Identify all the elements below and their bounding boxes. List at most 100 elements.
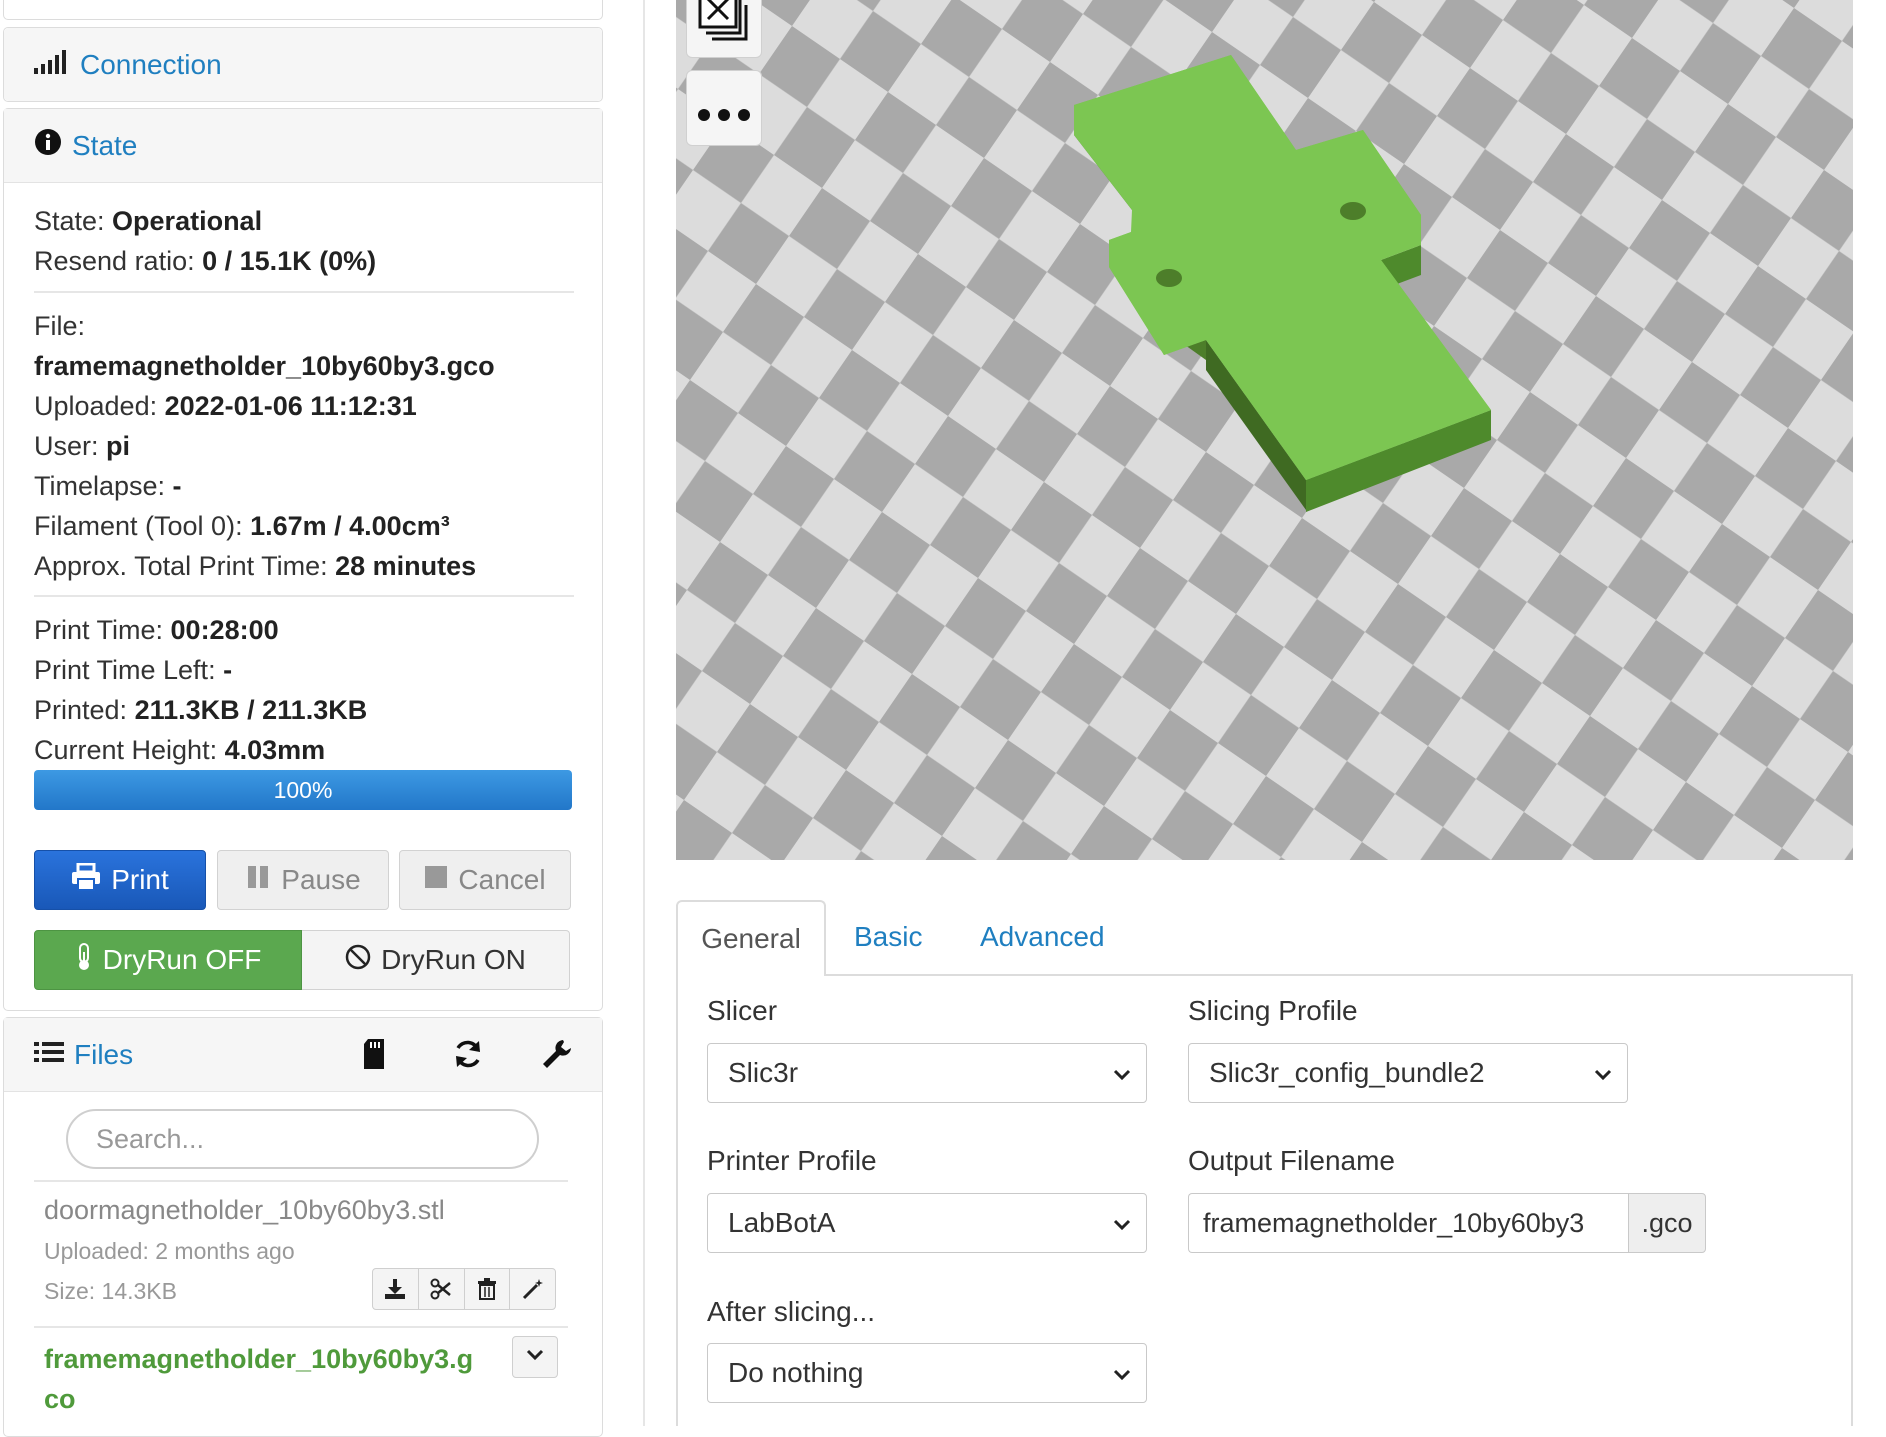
previous-panel-edge [3,0,603,20]
divider [34,595,574,597]
approx-time-line: Approx. Total Print Time: 28 minutes [34,546,476,586]
viewer-layers-button[interactable] [686,0,762,58]
tabs-baseline [676,974,1853,976]
height-value: 4.03mm [224,735,326,765]
panel-left-border [676,974,678,1426]
timelapse-value: - [172,471,182,501]
slicing-profile-label: Slicing Profile [1188,995,1358,1026]
after-slicing-select[interactable]: Do nothing [707,1343,1147,1403]
output-filename-input[interactable]: framemagnetholder_10by60by3 [1188,1193,1628,1253]
progress-fill: 100% [34,770,572,810]
output-filename-value: framemagnetholder_10by60by3 [1203,1207,1585,1238]
user-label: User: [34,431,107,461]
printer-icon [71,862,101,898]
resend-label: Resend ratio: [34,246,203,276]
tab-basic[interactable]: Basic [830,900,946,974]
state-value: Operational [112,206,263,236]
cancel-label: Cancel [458,864,546,895]
uploaded-value: 2022-01-06 11:12:31 [164,391,417,421]
printed-value: 211.3KB / 211.3KB [134,695,368,725]
uploaded-label: Uploaded: [34,391,165,421]
column-divider [643,0,645,1426]
slicing-profile-select[interactable]: Slic3r_config_bundle2 [1188,1043,1628,1103]
output-filename-label: Output Filename [1188,1145,1395,1176]
resend-value: 0 / 15.1K (0%) [202,246,377,276]
user-value: pi [106,431,131,461]
cancel-button[interactable]: Cancel [399,850,571,910]
time-left-line: Print Time Left: - [34,650,232,690]
panel-right-border [1851,974,1853,1426]
file-item-uploaded: Uploaded: 2 months ago [44,1238,295,1264]
file-item-size: Size: 14.3KB [44,1278,177,1304]
user-line: User: pi [34,426,130,466]
tab-advanced[interactable]: Advanced [956,900,1129,974]
search-placeholder: Search... [96,1123,205,1154]
filament-label: Filament (Tool 0): [34,511,251,541]
time-left-label: Print Time Left: [34,655,224,685]
output-suffix-text: .gco [1641,1207,1693,1238]
printer-profile-label: Printer Profile [707,1145,877,1176]
slicer-label: Slicer [707,995,778,1026]
tab-general[interactable]: General [676,900,826,976]
tab-general-label: General [701,923,801,954]
slicing-profile-value: Slic3r_config_bundle2 [1209,1057,1485,1088]
state-title[interactable]: State [72,130,137,162]
dryrun-on-label: DryRun ON [381,944,526,975]
ban-icon [345,944,371,977]
chevron-down-icon [1112,1362,1132,1394]
signal-icon [34,49,68,81]
file-label: File: [34,311,86,341]
chevron-down-icon [1112,1062,1132,1094]
print-button[interactable]: Print [34,850,206,910]
print-time-label: Print Time: [34,615,171,645]
thermometer-icon [75,942,93,979]
connection-header[interactable]: Connection [4,28,602,101]
model-viewer[interactable] [676,0,1853,860]
files-title[interactable]: Files [74,1039,133,1071]
timelapse-label: Timelapse: [34,471,173,501]
info-icon [34,128,62,163]
wrench-icon[interactable] [541,1038,573,1075]
files-header: Files [4,1018,602,1092]
slicer-value: Slic3r [728,1057,799,1088]
approx-time-value: 28 minutes [335,551,477,581]
viewer-more-button[interactable] [686,70,762,146]
dryrun-off-button[interactable]: DryRun OFF [34,930,302,990]
search-input[interactable]: Search... [66,1109,539,1169]
refresh-icon[interactable] [452,1038,484,1075]
print-time-value: 00:28:00 [170,615,279,645]
uploaded-line: Uploaded: 2022-01-06 11:12:31 [34,386,417,426]
print-label: Print [111,864,169,895]
expand-file-button[interactable] [512,1336,558,1378]
connection-title[interactable]: Connection [80,49,222,81]
layers-close-icon [696,0,752,50]
file-item-name-line2: co [44,1384,76,1414]
dryrun-on-button[interactable]: DryRun ON [302,930,570,990]
download-icon[interactable] [373,1269,419,1309]
state-header[interactable]: State [4,109,602,183]
resend-line: Resend ratio: 0 / 15.1K (0%) [34,241,376,281]
file-value: framemagnetholder_10by60by3.gco [34,346,495,386]
stop-icon [424,864,448,896]
time-left-value: - [223,655,233,685]
print-time-line: Print Time: 00:28:00 [34,610,279,650]
sd-card-icon[interactable] [362,1038,386,1075]
filament-value: 1.67m / 4.00cm³ [250,511,450,541]
magic-wand-icon[interactable] [510,1269,555,1309]
pause-label: Pause [281,864,361,895]
file-item-name-selected[interactable]: framemagnetholder_10by60by3.g co [44,1339,473,1419]
list-icon [34,1039,64,1071]
height-label: Current Height: [34,735,225,765]
scissors-icon[interactable] [419,1269,465,1309]
pause-button[interactable]: Pause [217,850,389,910]
state-line: State: Operational [34,201,262,241]
chevron-down-icon [1593,1062,1613,1094]
divider [34,291,574,293]
slicer-select[interactable]: Slic3r [707,1043,1147,1103]
file-name: framemagnetholder_10by60by3.gco [34,351,495,381]
file-item-name[interactable]: doormagnetholder_10by60by3.stl [44,1195,445,1226]
state-label: State: [34,206,113,236]
dryrun-off-label: DryRun OFF [102,944,262,975]
trash-icon[interactable] [465,1269,511,1309]
printer-profile-select[interactable]: LabBotA [707,1193,1147,1253]
